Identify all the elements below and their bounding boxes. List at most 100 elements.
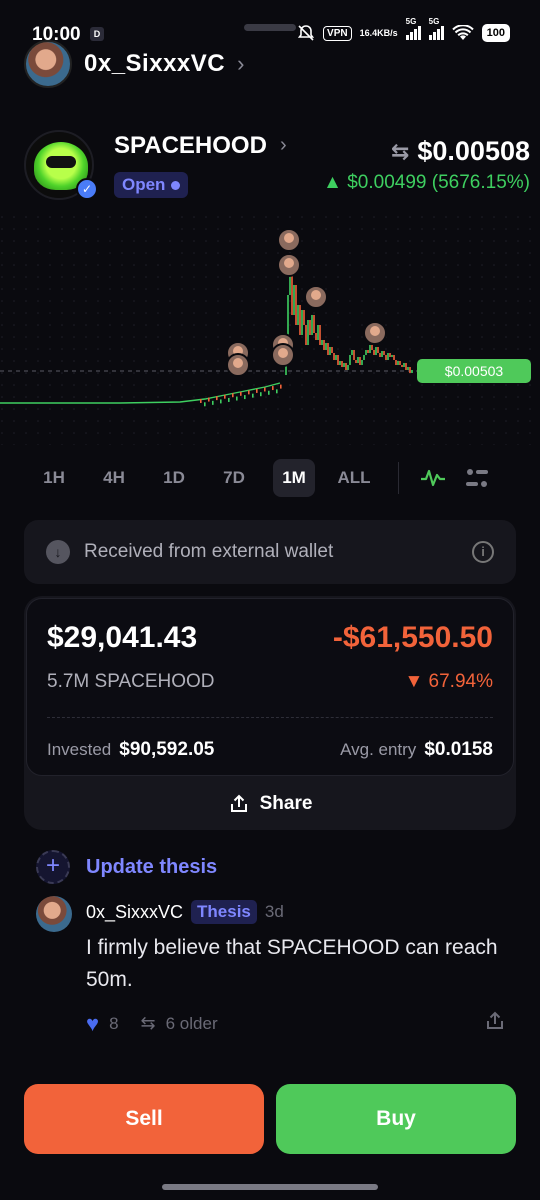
- signal-tag-2: 5G: [428, 17, 440, 26]
- tab-1h[interactable]: 1H: [24, 459, 84, 497]
- owner-avatar[interactable]: [24, 40, 72, 88]
- share-button[interactable]: Share: [24, 780, 516, 828]
- candle: [345, 363, 347, 370]
- comment-avatar[interactable]: [36, 896, 72, 932]
- tab-7d[interactable]: 7D: [204, 459, 264, 497]
- candle: [411, 370, 413, 373]
- avg-entry-value: $0.0158: [424, 739, 493, 760]
- position-value: $29,041.43: [47, 621, 198, 654]
- candle: [357, 357, 359, 363]
- candle: [363, 355, 365, 360]
- status-badge-label: Open: [122, 175, 166, 194]
- position-summary: $29,041.43 -$61,550.50 5.7M SPACEHOOD ▼ …: [26, 598, 514, 776]
- current-price-label: $0.00503: [445, 363, 504, 379]
- invested-value: $90,592.05: [119, 739, 215, 760]
- comment-user[interactable]: 0x_SixxxVC: [86, 902, 183, 923]
- info-icon[interactable]: i: [472, 541, 494, 563]
- candle: [359, 357, 361, 365]
- candle: [335, 355, 337, 360]
- candle: [313, 315, 315, 333]
- share-icon: [230, 794, 247, 812]
- price-chart-svg[interactable]: $0.00503: [0, 215, 540, 445]
- current-price-tag: $0.00503: [417, 359, 531, 383]
- candle: [409, 367, 411, 373]
- candle: [381, 351, 383, 357]
- candle: [339, 361, 341, 365]
- candle: [403, 363, 405, 367]
- chevron-right-icon: ›: [237, 51, 245, 76]
- older-count[interactable]: 6 older: [166, 1014, 218, 1034]
- candle: [395, 360, 397, 365]
- candle: [373, 350, 375, 355]
- camera-notch: [244, 24, 296, 31]
- owner-header[interactable]: 0x_SixxxVC ›: [24, 40, 244, 88]
- candle: [365, 350, 367, 355]
- candle: [351, 350, 353, 355]
- candle: [349, 355, 351, 365]
- position-amount: 5.7M SPACEHOOD: [47, 671, 215, 692]
- position-card: $29,041.43 -$61,550.50 5.7M SPACEHOOD ▼ …: [24, 596, 516, 830]
- signal-icon-2: 5G: [428, 17, 444, 40]
- candle: [232, 393, 234, 398]
- candle: [311, 315, 313, 335]
- trade-marker-face: [284, 233, 294, 243]
- candle: [371, 345, 373, 350]
- net-speed-value: 16.4: [359, 27, 378, 38]
- owner-name[interactable]: 0x_SixxxVC: [84, 50, 225, 78]
- candle: [293, 285, 295, 315]
- candle: [220, 399, 222, 404]
- candle: [309, 320, 311, 335]
- update-thesis-label: Update thesis: [86, 855, 218, 878]
- update-thesis-button[interactable]: + Update thesis: [36, 850, 217, 884]
- share-icon[interactable]: [484, 1010, 506, 1037]
- candle: [319, 325, 321, 345]
- line-chart-icon[interactable]: [411, 458, 455, 498]
- candle: [280, 384, 282, 389]
- received-banner[interactable]: ↓ Received from external wallet i: [24, 520, 516, 584]
- comment-actions: ♥ 8 ⇆ 6 older: [86, 1010, 506, 1037]
- invested-label: Invested: [47, 740, 112, 759]
- avg-entry: Avg. entry $0.0158: [340, 739, 493, 761]
- candle: [252, 393, 254, 398]
- candle: [377, 347, 379, 353]
- candle: [317, 325, 319, 340]
- wifi-icon: [451, 25, 474, 41]
- comment-time: 3d: [264, 902, 284, 921]
- candle: [248, 390, 250, 395]
- candle: [303, 310, 305, 325]
- candle: [289, 275, 291, 295]
- candle-settings-icon[interactable]: [455, 458, 499, 498]
- candle: [301, 310, 303, 335]
- candle: [291, 275, 293, 315]
- candle: [353, 350, 355, 360]
- candle: [200, 399, 202, 403]
- candle: [224, 394, 226, 399]
- candle: [361, 360, 363, 365]
- sell-button[interactable]: Sell: [24, 1084, 264, 1154]
- candle: [325, 343, 327, 350]
- swap-arrows-icon[interactable]: ⇆: [391, 139, 409, 165]
- candle: [321, 340, 323, 345]
- candle: [343, 363, 345, 367]
- candle: [385, 355, 387, 360]
- candle: [236, 396, 238, 401]
- candle: [347, 365, 349, 370]
- thread-icon[interactable]: ⇆: [141, 1013, 156, 1034]
- tab-all[interactable]: ALL: [324, 459, 384, 497]
- home-indicator[interactable]: [162, 1184, 378, 1190]
- tab-1d[interactable]: 1D: [144, 459, 204, 497]
- candle: [341, 361, 343, 367]
- heart-icon[interactable]: ♥: [86, 1011, 99, 1037]
- token-price[interactable]: ⇆ $0.00508: [391, 136, 530, 167]
- token-name[interactable]: SPACEHOOD: [114, 132, 267, 160]
- tab-1m[interactable]: 1M: [273, 459, 315, 497]
- mute-bell-icon: [297, 24, 315, 42]
- buy-button[interactable]: Buy: [276, 1084, 516, 1154]
- price-chart[interactable]: $0.00503: [0, 215, 540, 445]
- status-badge: Open: [114, 172, 189, 198]
- tab-4h[interactable]: 4H: [84, 459, 144, 497]
- candle: [355, 360, 357, 363]
- network-speed: 16.4 KB/s: [359, 27, 398, 38]
- candle: [389, 353, 391, 357]
- price-value: $0.00508: [417, 136, 530, 166]
